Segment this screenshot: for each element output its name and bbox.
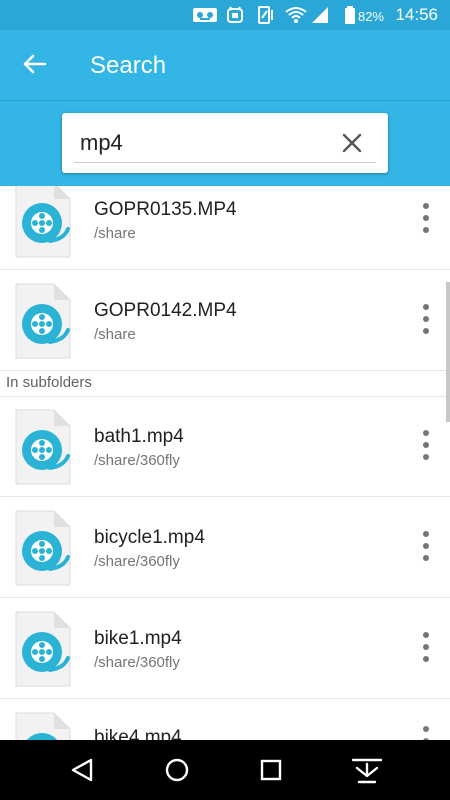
file-name: bath1.mp4 — [94, 426, 184, 447]
results-list[interactable]: GOPR0135.MP4 /share GOPR0142.MP4 /share … — [0, 186, 450, 740]
battery-icon — [345, 6, 355, 24]
list-item[interactable]: GOPR0135.MP4 /share — [0, 186, 450, 270]
video-file-icon — [15, 510, 71, 586]
file-name: GOPR0135.MP4 — [94, 199, 237, 220]
video-file-icon — [15, 409, 71, 485]
arrow-left-icon — [23, 54, 47, 74]
signal-icon — [312, 7, 328, 23]
navigation-bar — [0, 740, 450, 800]
battery-percent: 82% — [357, 9, 384, 24]
app-bar: Search — [0, 30, 450, 100]
file-name: bike1.mp4 — [94, 628, 182, 649]
more-vert-icon[interactable] — [414, 299, 438, 339]
file-path: /share/360fly — [94, 452, 180, 469]
video-file-icon — [15, 712, 71, 740]
vibrate-icon — [258, 6, 273, 24]
file-path: /share — [94, 225, 136, 242]
more-vert-icon[interactable] — [414, 425, 438, 465]
notification-icon — [193, 8, 217, 22]
video-file-icon — [15, 611, 71, 687]
search-input[interactable] — [80, 125, 320, 161]
file-name: GOPR0142.MP4 — [94, 300, 237, 321]
section-header: In subfolders — [0, 371, 450, 397]
section-header-label: In subfolders — [6, 374, 92, 391]
search-box — [62, 113, 388, 173]
file-name: bike4.mp4 — [94, 727, 182, 740]
file-name: bicycle1.mp4 — [94, 527, 205, 548]
more-vert-icon[interactable] — [414, 526, 438, 566]
video-file-icon — [15, 283, 71, 359]
clock: 14:56 — [395, 5, 438, 24]
search-underline — [74, 162, 376, 163]
list-item[interactable]: bike1.mp4 /share/360fly — [0, 598, 450, 699]
back-button[interactable] — [14, 42, 58, 86]
page-title: Search — [90, 52, 167, 79]
video-file-icon — [15, 186, 71, 258]
close-icon — [342, 133, 362, 153]
more-vert-icon[interactable] — [414, 627, 438, 667]
more-vert-icon[interactable] — [414, 198, 438, 238]
recents-square-icon[interactable] — [251, 750, 291, 790]
status-bar: 82% 14:56 — [0, 0, 450, 30]
file-path: /share — [94, 326, 136, 343]
android-debug-icon — [227, 6, 243, 23]
list-item[interactable]: bath1.mp4 /share/360fly — [0, 396, 450, 497]
list-item[interactable]: GOPR0142.MP4 /share — [0, 270, 450, 371]
file-path: /share/360fly — [94, 654, 180, 671]
list-item[interactable]: bike4.mp4 — [0, 699, 450, 740]
file-path: /share/360fly — [94, 553, 180, 570]
back-triangle-icon[interactable] — [63, 750, 103, 790]
scrollbar[interactable] — [446, 282, 450, 422]
wifi-icon — [285, 7, 307, 23]
hide-nav-icon[interactable] — [347, 750, 387, 790]
clear-search-button[interactable] — [336, 127, 368, 159]
home-circle-icon[interactable] — [157, 750, 197, 790]
more-vert-icon[interactable] — [414, 721, 438, 740]
list-item[interactable]: bicycle1.mp4 /share/360fly — [0, 497, 450, 598]
search-area — [0, 100, 450, 186]
